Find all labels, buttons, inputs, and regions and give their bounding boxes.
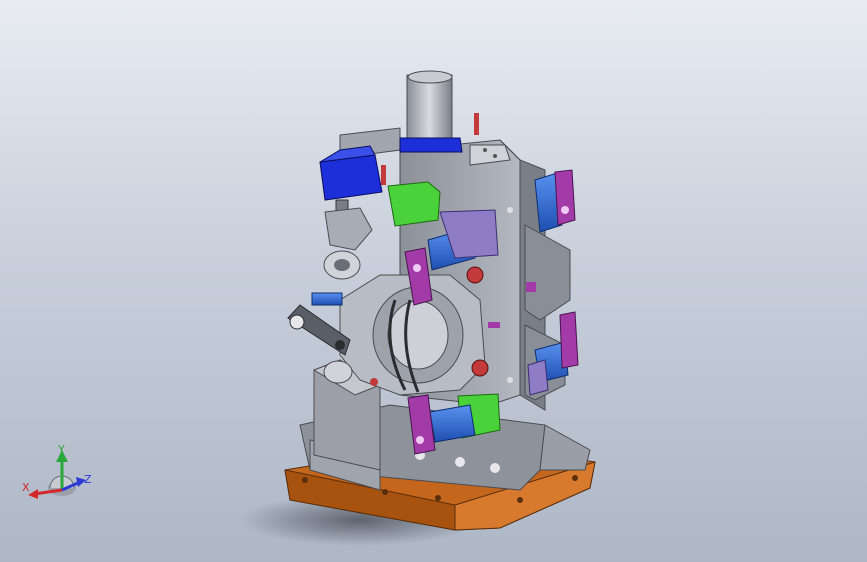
y-axis-label: Y [58, 443, 65, 456]
servo-motor-block [319, 145, 383, 215]
fixture-model[interactable] [0, 0, 867, 562]
pneumatic-cylinder [429, 404, 476, 443]
graphics-viewport[interactable]: Y X Z [0, 0, 867, 562]
locator-block [527, 359, 549, 396]
red-stop [471, 359, 489, 377]
pneumatic-cylinder [311, 292, 343, 306]
view-triad[interactable]: Y X Z [20, 440, 100, 510]
z-axis-label: Z [84, 473, 92, 486]
left-clamp-bracket [323, 207, 373, 280]
clamp-arm [559, 311, 579, 369]
clamp-arm [526, 282, 536, 292]
clamp-arm [554, 169, 576, 226]
lever-handle [474, 113, 479, 135]
red-stop [466, 266, 484, 284]
x-axis-label: X [22, 481, 30, 494]
lever-handle [381, 165, 386, 185]
valve-block [387, 181, 441, 227]
clamp-arm [488, 322, 500, 328]
bushing [323, 360, 353, 384]
red-stop [370, 378, 378, 386]
top-motor [399, 70, 463, 153]
